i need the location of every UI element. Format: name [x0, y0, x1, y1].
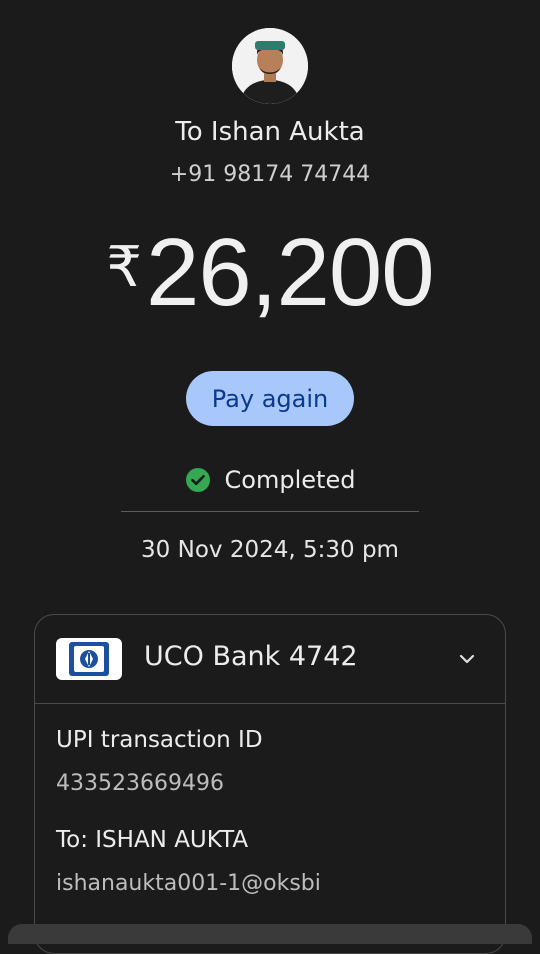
- payee-name-label: To: ISHAN AUKTA: [56, 827, 249, 853]
- divider: [121, 511, 419, 512]
- payment-datetime: 30 Nov 2024, 5:30 pm: [141, 537, 399, 563]
- recipient-phone: +91 98174 74744: [169, 162, 371, 187]
- status-label: Completed: [224, 466, 356, 494]
- payment-amount: ₹ 26,200: [0, 218, 540, 328]
- bottom-sheet-handle: [8, 924, 532, 944]
- chevron-down-icon[interactable]: [455, 647, 479, 671]
- uco-bank-logo-icon: [56, 638, 122, 680]
- recipient-name: To Ishan Aukta: [175, 117, 365, 147]
- payee-upi-id: ishanaukta001-1@oksbi: [56, 871, 321, 896]
- transaction-details-card: UCO Bank 4742 UPI transaction ID 4335236…: [34, 614, 506, 954]
- currency-symbol: ₹: [106, 235, 142, 300]
- txn-id-value: 433523669496: [56, 771, 224, 796]
- check-circle-icon: [185, 468, 210, 492]
- pay-again-button[interactable]: Pay again: [186, 371, 354, 426]
- avatar[interactable]: [232, 28, 308, 104]
- payment-status: Completed: [0, 466, 540, 494]
- amount-value: 26,200: [146, 219, 435, 326]
- bank-account-name: UCO Bank 4742: [144, 641, 358, 672]
- txn-id-label: UPI transaction ID: [56, 727, 263, 753]
- person-avatar-icon: [232, 28, 308, 104]
- bank-account-row[interactable]: UCO Bank 4742: [35, 615, 505, 704]
